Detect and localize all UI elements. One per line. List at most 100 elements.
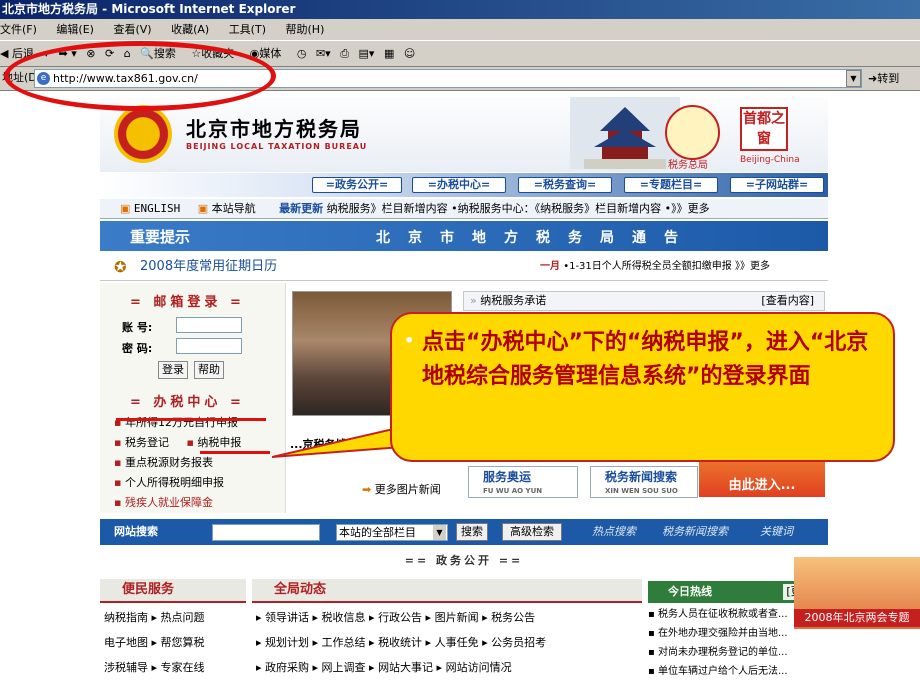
calendar-month: 一月 xyxy=(540,261,560,272)
calendar-entry[interactable]: •1-31日个人所得税全员全额扣缴申报 xyxy=(563,261,732,272)
left-column: = 邮箱登录 = 账 号: 密 码: 登录 帮助 = 办税中心 = ▪ 年所得1… xyxy=(100,283,286,513)
list-item: ▸ 领导讲话 ▸ 税收信息 ▸ 行政公告 ▸ 图片新闻 ▸ 税务公告 xyxy=(256,611,536,624)
link-tax-calculator[interactable]: 帮您算税 xyxy=(161,636,205,649)
overall-news-header[interactable]: 全局动态 xyxy=(252,579,642,603)
window-title: 北京市地方税务局 - Microsoft Internet Explorer xyxy=(0,0,920,19)
history-icon[interactable]: ◷ xyxy=(297,47,307,60)
link-civil-exam[interactable]: 公务员招考 xyxy=(491,636,546,649)
item-personal-income-detail[interactable]: 个人所得税明细申报 xyxy=(125,476,224,489)
go-label: 转到 xyxy=(877,72,900,85)
convenience-header[interactable]: 便民服务 xyxy=(100,579,246,603)
list-item[interactable]: ▪ 对尚未办理税务登记的单位... xyxy=(648,643,826,662)
overall-news-title: 全局动态 xyxy=(274,582,327,597)
keywords-link[interactable]: 关键词 xyxy=(760,519,793,545)
print-icon[interactable]: ⎙ xyxy=(340,47,349,60)
capital-window-logo[interactable]: 首都之窗 xyxy=(740,107,788,151)
help-button[interactable]: 帮助 xyxy=(194,361,224,379)
advanced-search-button[interactable]: 高级检索 xyxy=(502,523,562,541)
list-item[interactable]: ▪ 重点税源财务报表 xyxy=(114,453,284,473)
account-label: 账 号: xyxy=(122,321,153,334)
link-expert-online[interactable]: 专家在线 xyxy=(161,661,205,674)
english-link[interactable]: ENGLISH xyxy=(134,202,180,215)
tab-tax-query[interactable]: =税务查询= xyxy=(518,177,612,193)
link-admin-notice[interactable]: 行政公告 xyxy=(378,611,422,624)
tax-news-search-link[interactable]: 税务新闻搜索 xyxy=(662,519,728,545)
link-tax-stats[interactable]: 税收统计 xyxy=(378,636,422,649)
menu-favorites[interactable]: 收藏(A) xyxy=(171,23,209,36)
menu-file[interactable]: 文件(F) xyxy=(0,23,37,36)
link-e-map[interactable]: 电子地图 xyxy=(104,636,148,649)
menu-edit[interactable]: 编辑(E) xyxy=(56,23,94,36)
mail-icon[interactable]: ✉▾ xyxy=(316,47,331,60)
more-photo-label: 更多图片新闻 xyxy=(374,483,441,496)
link-tax-tutoring[interactable]: 涉税辅导 xyxy=(104,661,148,674)
list-item[interactable]: ▪ 税务登记 ▪ 纳税申报 xyxy=(114,433,284,453)
discuss-icon[interactable]: ▦ xyxy=(384,47,394,60)
notice-bar: 重要提示 北京市地方税务局通告 xyxy=(100,221,828,251)
arrow-icon: ➡ xyxy=(362,483,375,496)
link-gov-procurement[interactable]: 政府采购 xyxy=(265,661,309,674)
ticker-text[interactable]: 纳税服务》栏目新增内容 •纳税服务中心：《纳税服务》栏目新增内容 •》》更多 xyxy=(327,202,710,215)
calendar-title[interactable]: 2008年度常用征期日历 xyxy=(140,253,277,281)
go-button[interactable]: ➜转到 xyxy=(868,69,899,88)
service-olympics-banner[interactable]: 服务奥运 FU WU AO YUN xyxy=(468,466,578,498)
item-tax-declaration[interactable]: 纳税申报 xyxy=(197,436,241,449)
news-search-banner[interactable]: 税务新闻搜索 XIN WEN SOU SUO xyxy=(590,466,698,498)
menu-tools[interactable]: 工具(T) xyxy=(229,23,266,36)
link-planning[interactable]: 规划计划 xyxy=(265,636,309,649)
search-scope-select[interactable]: 本站的全部栏目 ▼ xyxy=(336,524,448,541)
tab-sub-sites[interactable]: =子网站群= xyxy=(730,177,824,193)
address-dropdown-icon[interactable]: ▼ xyxy=(846,70,861,87)
callout-text: 点击“办税中心”下的“纳税申报”，进入“北京地税综合服务管理信息系统”的登录界面 xyxy=(422,330,869,389)
tab-tax-center[interactable]: =办税中心= xyxy=(412,177,506,193)
edit-icon[interactable]: ▤▾ xyxy=(359,47,375,60)
hot-search-link[interactable]: 热点搜索 xyxy=(592,519,636,545)
link-online-survey[interactable]: 网上调查 xyxy=(322,661,366,674)
hotline-item: 对尚未办理税务登记的单位... xyxy=(657,647,788,658)
menu-view[interactable]: 查看(V) xyxy=(113,23,151,36)
link-leader-speech[interactable]: 领导讲话 xyxy=(265,611,309,624)
search-button[interactable]: 搜索 xyxy=(456,523,488,541)
tab-gov-affairs[interactable]: =政务公开= xyxy=(312,177,402,193)
messenger-icon[interactable]: ☺ xyxy=(404,47,415,60)
link-tax-notice[interactable]: 税务公告 xyxy=(491,611,535,624)
link-site-visits[interactable]: 网站访问情况 xyxy=(446,661,512,674)
link-hot-issues[interactable]: 热点问题 xyxy=(161,611,205,624)
tax-center-underline xyxy=(116,418,266,421)
tab-special-topics[interactable]: =专题栏目= xyxy=(624,177,718,193)
list-item[interactable]: ▪ 个人所得税明细申报 xyxy=(114,473,284,493)
banner: 北京市地方税务局 BEIJING LOCAL TAXATION BUREAU 税… xyxy=(100,97,828,172)
password-input[interactable] xyxy=(176,338,242,354)
bureau-name-en: BEIJING LOCAL TAXATION BUREAU xyxy=(186,142,368,151)
link-appointments[interactable]: 人事任免 xyxy=(435,636,479,649)
list-item[interactable]: ▪ 年所得12万元自行申报 xyxy=(114,413,284,433)
search-input[interactable] xyxy=(212,524,320,541)
news-search-en: XIN WEN SOU SUO xyxy=(605,487,678,495)
item-tax-registration[interactable]: 税务登记 xyxy=(125,436,169,449)
pledge-title[interactable]: 纳税服务承诺 xyxy=(480,294,546,307)
item-key-tax-source[interactable]: 重点税源财务报表 xyxy=(125,456,213,469)
link-tax-info[interactable]: 税收信息 xyxy=(322,611,366,624)
link-work-summary[interactable]: 工作总结 xyxy=(322,636,366,649)
list-item[interactable]: ▪ 残疾人就业保障金 xyxy=(114,493,284,513)
link-tax-guide[interactable]: 纳税指南 xyxy=(104,611,148,624)
link-photo-news[interactable]: 图片新闻 xyxy=(435,611,479,624)
address-highlight-ellipse xyxy=(4,41,276,111)
page-viewport: 北京市地方税务局 BEIJING LOCAL TAXATION BUREAU 税… xyxy=(0,41,920,690)
search-scope-value: 本站的全部栏目 xyxy=(339,526,416,539)
calendar-more[interactable]: 》》更多 xyxy=(735,261,770,272)
two-sessions-label[interactable]: 2008年北京两会专题 xyxy=(794,609,920,627)
menu-help[interactable]: 帮助(H) xyxy=(286,23,325,36)
view-content-link[interactable]: [查看内容] xyxy=(761,292,814,310)
account-input[interactable] xyxy=(176,317,242,333)
link-site-history[interactable]: 网站大事记 xyxy=(378,661,433,674)
beijing-china-label: Beijing-China xyxy=(740,155,800,165)
tax-center-title: = 办税中心 = xyxy=(130,395,245,410)
site-nav-link[interactable]: 本站导航 xyxy=(212,202,256,215)
more-photo-news[interactable]: ➡ 更多图片新闻 xyxy=(362,481,441,497)
list-item[interactable]: ▪ 单位车辆过户给个人后无法... xyxy=(648,662,826,681)
item-disabled-employment[interactable]: 残疾人就业保障金 xyxy=(125,496,213,509)
login-button[interactable]: 登录 xyxy=(158,361,188,379)
notice-message[interactable]: 北京市地方税务局通告 xyxy=(376,227,696,247)
mail-login-title: = 邮箱登录 = xyxy=(130,295,245,310)
